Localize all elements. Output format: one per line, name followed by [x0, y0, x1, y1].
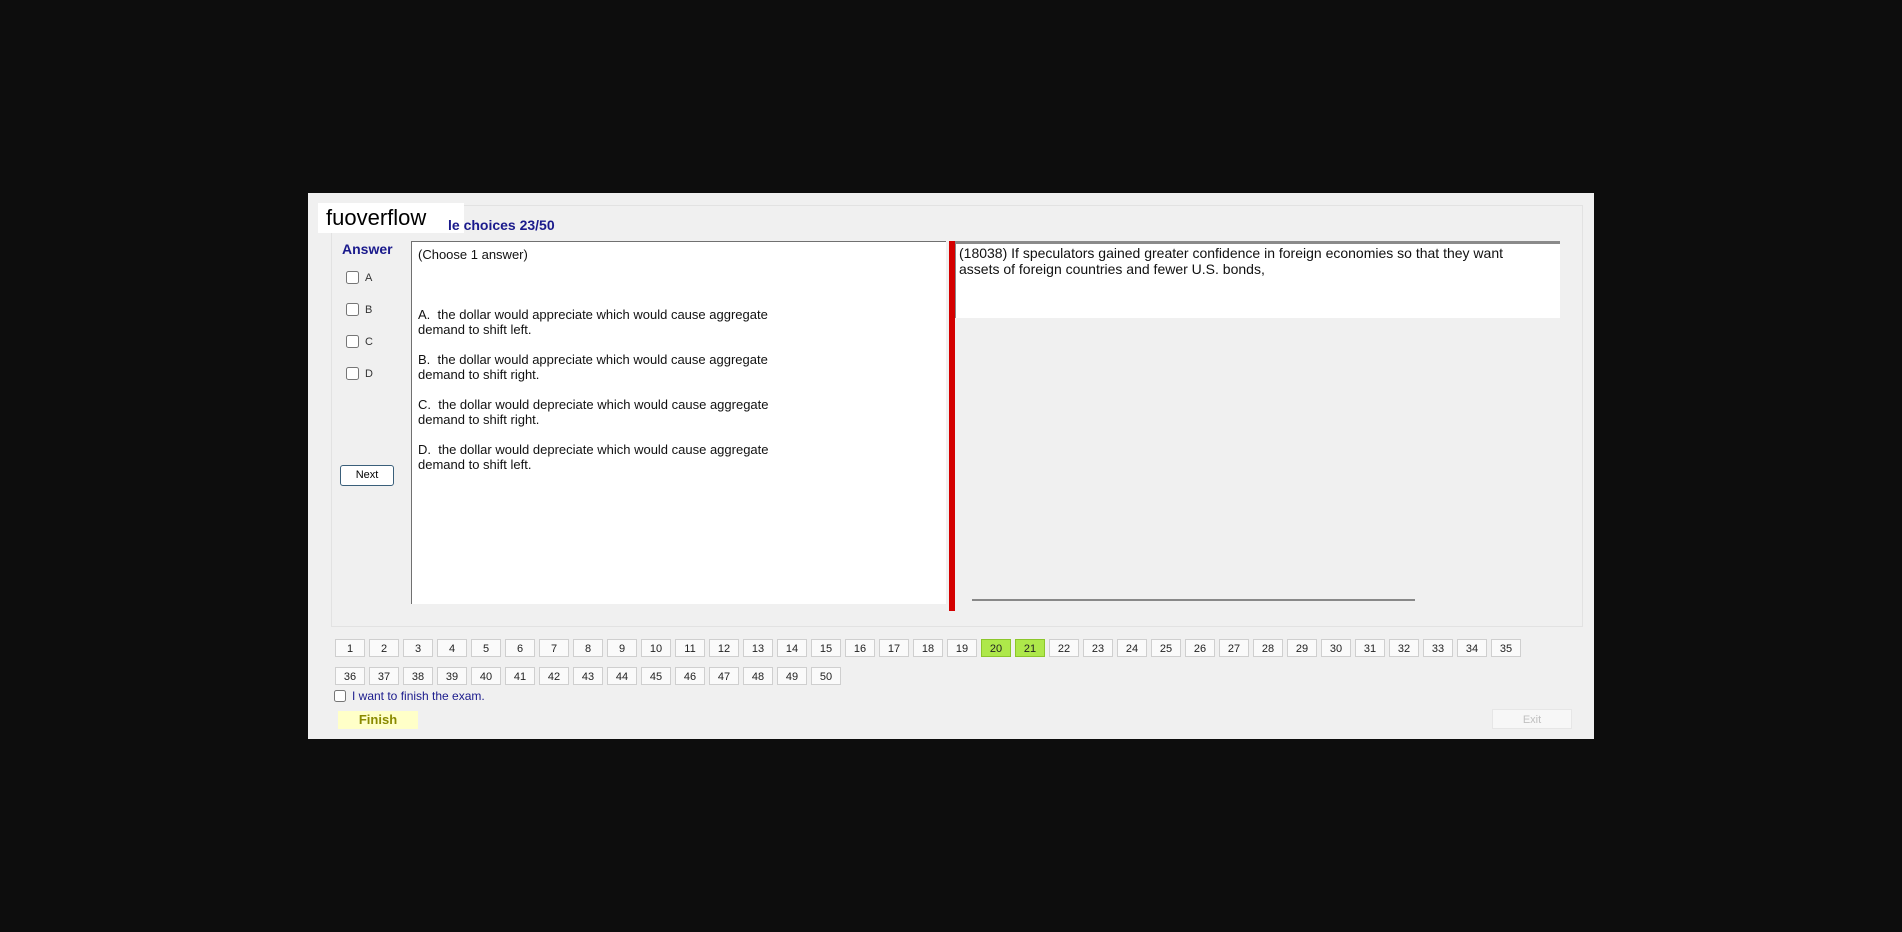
choice-b-text-cont: demand to shift right. [418, 367, 540, 382]
question-nav-3[interactable]: 3 [403, 639, 433, 657]
question-nav-12[interactable]: 12 [709, 639, 739, 657]
answer-title: Answer [342, 241, 393, 257]
option-a-label: A [365, 271, 373, 284]
question-nav-35[interactable]: 35 [1491, 639, 1521, 657]
question-nav-17[interactable]: 17 [879, 639, 909, 657]
choice-d-letter: D. [418, 442, 431, 457]
answer-panel: Answer A B C D [334, 241, 394, 541]
question-nav-22[interactable]: 22 [1049, 639, 1079, 657]
option-d-label: D [365, 367, 373, 380]
choice-c-text-cont: demand to shift right. [418, 412, 540, 427]
question-nav-11[interactable]: 11 [675, 639, 705, 657]
question-nav-23[interactable]: 23 [1083, 639, 1113, 657]
question-nav-45[interactable]: 45 [641, 667, 671, 685]
question-nav-28[interactable]: 28 [1253, 639, 1283, 657]
question-nav-24[interactable]: 24 [1117, 639, 1147, 657]
question-panel: (18038) If speculators gained greater co… [955, 241, 1560, 318]
watermark-logo: fuoverflow [318, 203, 464, 233]
question-nav-9[interactable]: 9 [607, 639, 637, 657]
question-nav-8[interactable]: 8 [573, 639, 603, 657]
choice-a-letter: A. [418, 307, 431, 322]
option-a-checkbox[interactable] [346, 271, 359, 284]
question-nav-15[interactable]: 15 [811, 639, 841, 657]
question-nav-44[interactable]: 44 [607, 667, 637, 685]
question-nav-2[interactable]: 2 [369, 639, 399, 657]
choice-d-text-cont: demand to shift left. [418, 457, 532, 472]
option-d[interactable]: D [346, 367, 373, 380]
choice-a-text: the dollar would appreciate which would … [437, 307, 768, 322]
question-nav-41[interactable]: 41 [505, 667, 535, 685]
question-nav-7[interactable]: 7 [539, 639, 569, 657]
choice-a-text-cont: demand to shift left. [418, 322, 532, 337]
option-d-checkbox[interactable] [346, 367, 359, 380]
choice-c-text: the dollar would depreciate which would … [438, 397, 769, 412]
choices-panel: (Choose 1 answer) A. the dollar would ap… [411, 241, 946, 604]
question-nav-31[interactable]: 31 [1355, 639, 1385, 657]
question-nav-1[interactable]: 1 [335, 639, 365, 657]
question-nav-48[interactable]: 48 [743, 667, 773, 685]
question-nav-16[interactable]: 16 [845, 639, 875, 657]
question-nav-5[interactable]: 5 [471, 639, 501, 657]
finish-confirm[interactable]: I want to finish the exam. [334, 689, 485, 703]
exam-window: fuoverflow le choices 23/50 Answer A B C… [308, 193, 1594, 739]
exam-title: le choices 23/50 [448, 217, 555, 233]
choice-c-letter: C. [418, 397, 431, 412]
option-b-checkbox[interactable] [346, 303, 359, 316]
question-nav-10[interactable]: 10 [641, 639, 671, 657]
question-nav-39[interactable]: 39 [437, 667, 467, 685]
question-nav-47[interactable]: 47 [709, 667, 739, 685]
question-text-cont: assets of foreign countries and fewer U.… [959, 261, 1265, 277]
question-nav-19[interactable]: 19 [947, 639, 977, 657]
choice-c: C. the dollar would depreciate which wou… [418, 397, 778, 427]
question-nav-4[interactable]: 4 [437, 639, 467, 657]
question-nav-27[interactable]: 27 [1219, 639, 1249, 657]
question-nav-29[interactable]: 29 [1287, 639, 1317, 657]
finish-confirm-label: I want to finish the exam. [352, 689, 485, 703]
question-nav-43[interactable]: 43 [573, 667, 603, 685]
option-c-checkbox[interactable] [346, 335, 359, 348]
question-nav-49[interactable]: 49 [777, 667, 807, 685]
choice-b: B. the dollar would appreciate which wou… [418, 352, 778, 382]
question-nav-37[interactable]: 37 [369, 667, 399, 685]
question-nav-14[interactable]: 14 [777, 639, 807, 657]
option-b-label: B [365, 303, 373, 316]
option-c[interactable]: C [346, 335, 373, 348]
option-b[interactable]: B [346, 303, 372, 316]
choice-a: A. the dollar would appreciate which wou… [418, 307, 778, 337]
option-a[interactable]: A [346, 271, 372, 284]
question-text: (18038) If speculators gained greater co… [959, 245, 1503, 261]
question-nav-21[interactable]: 21 [1015, 639, 1045, 657]
question-nav-42[interactable]: 42 [539, 667, 569, 685]
question-nav-32[interactable]: 32 [1389, 639, 1419, 657]
exit-button[interactable]: Exit [1492, 709, 1572, 729]
finish-confirm-checkbox[interactable] [334, 690, 346, 702]
question-nav-13[interactable]: 13 [743, 639, 773, 657]
horizontal-scrollbar[interactable] [972, 599, 1415, 601]
question-nav-36[interactable]: 36 [335, 667, 365, 685]
question-nav-6[interactable]: 6 [505, 639, 535, 657]
choice-d: D. the dollar would depreciate which wou… [418, 442, 778, 472]
question-nav-33[interactable]: 33 [1423, 639, 1453, 657]
question-nav-18[interactable]: 18 [913, 639, 943, 657]
finish-button[interactable]: Finish [338, 711, 418, 729]
question-nav-40[interactable]: 40 [471, 667, 501, 685]
option-c-label: C [365, 335, 373, 348]
choice-d-text: the dollar would depreciate which would … [438, 442, 769, 457]
choice-b-letter: B. [418, 352, 431, 367]
question-nav-46[interactable]: 46 [675, 667, 705, 685]
question-nav-50[interactable]: 50 [811, 667, 841, 685]
next-button[interactable]: Next [340, 465, 394, 486]
question-nav-26[interactable]: 26 [1185, 639, 1215, 657]
choice-b-text: the dollar would appreciate which would … [437, 352, 768, 367]
question-nav-30[interactable]: 30 [1321, 639, 1351, 657]
question-nav-20[interactable]: 20 [981, 639, 1011, 657]
question-nav-38[interactable]: 38 [403, 667, 433, 685]
choose-note: (Choose 1 answer) [418, 247, 528, 262]
question-nav-34[interactable]: 34 [1457, 639, 1487, 657]
question-nav-25[interactable]: 25 [1151, 639, 1181, 657]
